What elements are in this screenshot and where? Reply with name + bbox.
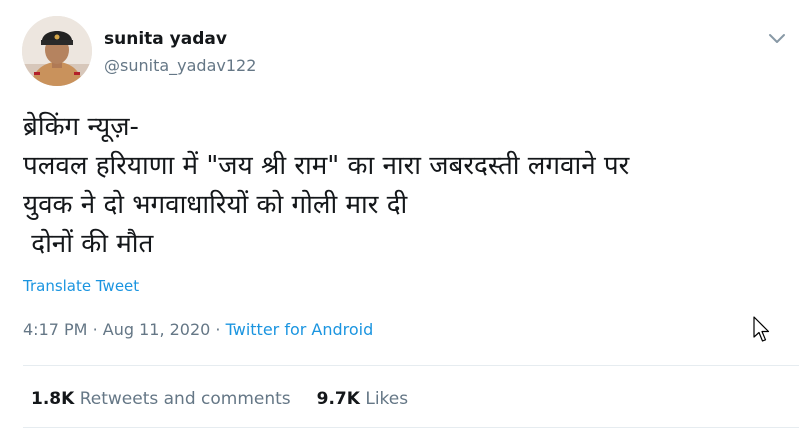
tweet-line: पलवल हरियाणा में "जय श्री राम" का नारा ज…: [23, 151, 630, 181]
meta-separator: ·: [92, 320, 98, 339]
tweet-stats: 1.8K Retweets and comments 9.7K Likes: [31, 389, 408, 409]
likes-label: Likes: [365, 389, 409, 409]
likes-stat[interactable]: 9.7K Likes: [317, 389, 408, 409]
tweet-line: युवक ने दो भगवाधारियों को गोली मार दी: [23, 190, 408, 220]
tweet-line: दोनों की मौत: [23, 229, 154, 259]
tweet-date[interactable]: Aug 11, 2020: [103, 320, 211, 339]
chevron-down-icon[interactable]: [764, 28, 790, 48]
user-handle[interactable]: @sunita_yadav122: [104, 56, 256, 75]
divider: [23, 365, 799, 366]
tweet-line: ब्रेकिंग न्यूज़-: [23, 112, 139, 142]
avatar[interactable]: [22, 16, 92, 86]
meta-separator: ·: [215, 320, 221, 339]
mouse-pointer-icon: [753, 316, 771, 348]
translate-tweet-link[interactable]: Translate Tweet: [23, 277, 139, 295]
tweet-metadata: 4:17 PM · Aug 11, 2020 · Twitter for And…: [23, 320, 373, 339]
tweet-card: sunita yadav @sunita_yadav122 ब्रेकिंग न…: [0, 0, 799, 428]
tweet-time[interactable]: 4:17 PM: [23, 320, 87, 339]
retweets-label: Retweets and comments: [79, 389, 291, 409]
likes-count: 9.7K: [316, 389, 360, 409]
display-name[interactable]: sunita yadav: [104, 29, 227, 49]
tweet-text: ब्रेकिंग न्यूज़- पलवल हरियाणा में "जय श्र…: [23, 108, 783, 264]
retweets-stat[interactable]: 1.8K Retweets and comments: [31, 389, 291, 409]
tweet-source-link[interactable]: Twitter for Android: [226, 320, 374, 339]
retweets-count: 1.8K: [31, 389, 75, 409]
